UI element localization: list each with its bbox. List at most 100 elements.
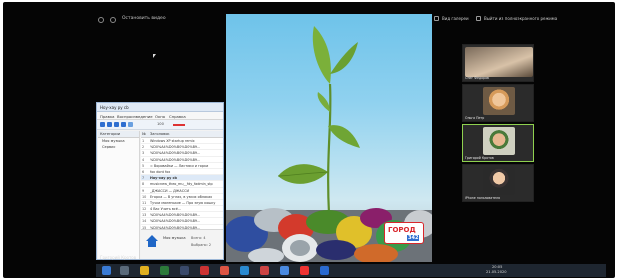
track-title: Тучки маленькие — Про злую кошку: [150, 200, 216, 205]
gallery-view-icon[interactable]: [434, 16, 439, 21]
track-title: _ДЖАССИ — ДЖАССИ: [150, 188, 190, 193]
explorer-icon[interactable]: [140, 266, 149, 275]
track-title: Егорка — В углах, в узких облаках: [150, 194, 213, 199]
player-title: Ноу-хау ру сb: [100, 105, 129, 110]
track-number: 3: [142, 151, 145, 156]
repeat-icon[interactable]: [128, 122, 133, 127]
window-buttons: [205, 105, 221, 120]
menu-edit[interactable]: Правка: [100, 114, 114, 119]
video-icon[interactable]: [110, 17, 116, 23]
menu-help[interactable]: Справка: [169, 114, 186, 119]
track-rows: 1 Windows XP startup remix 2 %D0%A4%D0%B0%D…: [141, 138, 223, 231]
track-number: 9: [142, 188, 145, 193]
windows-taskbar: 20:05 21.05.2020: [96, 264, 606, 277]
media-app-icon[interactable]: [260, 266, 269, 275]
track-number: 1: [142, 139, 145, 143]
yandex-icon[interactable]: [220, 266, 229, 275]
app-icon[interactable]: [280, 266, 289, 275]
participant-tile[interactable]: iPhone пользователя: [462, 164, 534, 202]
play-icon[interactable]: [107, 122, 112, 127]
player-titlebar[interactable]: Ноу-хау ру сb: [97, 103, 223, 120]
participant-tile-active[interactable]: Григорий Кротов: [462, 124, 534, 162]
track-title: = Воровайки — Листики и горки: [150, 163, 209, 168]
volume-value: 100: [157, 122, 164, 126]
player-menubar: Правка Воспроизведение Окно Справка: [97, 112, 223, 120]
track-number: 14: [142, 219, 147, 224]
next-icon[interactable]: [121, 122, 126, 127]
participant-name: Олег Федоров: [465, 76, 489, 80]
opera-icon[interactable]: [200, 266, 209, 275]
exit-fullscreen-button[interactable]: Выйти из полноэкранного режима: [484, 16, 557, 21]
category-item[interactable]: Сервис: [98, 144, 139, 150]
search-icon[interactable]: [120, 266, 129, 275]
participant-name: Григорий Кротов: [465, 156, 494, 160]
category-header: Категории: [98, 131, 139, 138]
column-number[interactable]: №: [142, 132, 146, 136]
track-title: 4 Вас Учить всё...: [150, 207, 182, 212]
city-badge-number: 342: [407, 235, 420, 241]
steam-icon[interactable]: [180, 266, 189, 275]
track-title: %D0%A4%D0%B0%D0%B9...: [150, 213, 201, 218]
track-title: %D0%A4%D0%B0%D0%B9...: [150, 157, 201, 162]
mouse-cursor-icon: [153, 54, 156, 58]
stop-icon[interactable]: [114, 122, 119, 127]
city-badge: ГОРОД 342: [384, 222, 424, 244]
track-number: 11: [142, 200, 147, 205]
tray-time[interactable]: 20:05: [492, 265, 502, 269]
participant-video: [483, 167, 515, 195]
city-badge-text: ГОРОД: [388, 226, 416, 234]
participant-video: [483, 127, 515, 155]
track-title: Windows XP startup remix: [150, 139, 195, 143]
start-icon[interactable]: [102, 266, 111, 275]
participant-name: iPhone пользователя: [465, 196, 500, 200]
track-title: fox dont fox: [150, 169, 171, 174]
excel-icon[interactable]: [160, 266, 169, 275]
track-number: 6: [142, 169, 145, 174]
menu-playback[interactable]: Воспроизведение: [117, 114, 153, 119]
track-title: Ноу-хау ру сb: [150, 176, 177, 181]
participant-video: [465, 47, 533, 77]
app-icon[interactable]: [300, 266, 309, 275]
track-number: 8: [142, 182, 145, 187]
participant-panel: Олег Федоров Ольга Петр Григорий Кротов …: [462, 40, 534, 210]
footer-count: Всего: 4: [191, 236, 206, 240]
zoom-icon[interactable]: [240, 266, 249, 275]
column-title[interactable]: Заголовок: [150, 132, 170, 136]
tray-date[interactable]: 21.05.2020: [486, 270, 507, 274]
player-footer: Моя музыка Всего: 4 Выбрано: 2: [141, 229, 223, 259]
options-icon[interactable]: [98, 17, 104, 23]
track-number: 12: [142, 207, 147, 212]
track-number: 13: [142, 213, 147, 218]
gallery-view-button[interactable]: Вид галереи: [442, 16, 469, 21]
exit-fullscreen-icon[interactable]: [476, 16, 481, 21]
track-number: 10: [142, 194, 147, 199]
track-list-header: № Заголовок: [141, 131, 223, 138]
track-number: 2: [142, 145, 145, 150]
track-title: %D0%A4%D0%B0%D0%B9...: [150, 219, 201, 224]
participant-tile[interactable]: Ольга Петр: [462, 84, 534, 122]
track-number: 4: [142, 157, 145, 162]
meeting-view-controls: Вид галереи Выйти из полноэкранного режи…: [434, 14, 606, 26]
track-title: %D0%A4%D0%B0%D0%B9...: [150, 151, 201, 156]
track-number: 7: [142, 176, 145, 181]
shared-screen-image: ГОРОД 342: [226, 14, 432, 262]
category-pane: Категории Моя музыка Сервис: [98, 131, 140, 259]
track-title: musicnew_theo_mu__fdy_fadmin_stp: [150, 182, 213, 187]
participant-video: [483, 87, 515, 115]
track-title: %D0%A4%D0%B0%D0%B9...: [150, 145, 201, 150]
host-name-label: Григорий Кротов: [100, 255, 137, 260]
stop-video-label[interactable]: Остановить видео: [122, 16, 166, 21]
participant-tile[interactable]: Олег Федоров: [462, 44, 534, 82]
media-player-window[interactable]: Ноу-хау ру сb Правка Воспроизведение Окн…: [96, 102, 224, 260]
track-number: 5: [142, 163, 145, 168]
home-icon[interactable]: [145, 234, 159, 248]
volume-slider[interactable]: [173, 124, 185, 126]
participant-name: Ольга Петр: [465, 116, 485, 120]
prev-icon[interactable]: [100, 122, 105, 127]
footer-library: Моя музыка: [163, 236, 186, 240]
player-controls: 100: [97, 120, 223, 130]
app-icon[interactable]: [320, 266, 329, 275]
menu-window[interactable]: Окно: [155, 114, 165, 119]
meeting-top-toolbar: Остановить видео: [96, 14, 226, 28]
footer-selected: Выбрано: 2: [191, 243, 211, 247]
